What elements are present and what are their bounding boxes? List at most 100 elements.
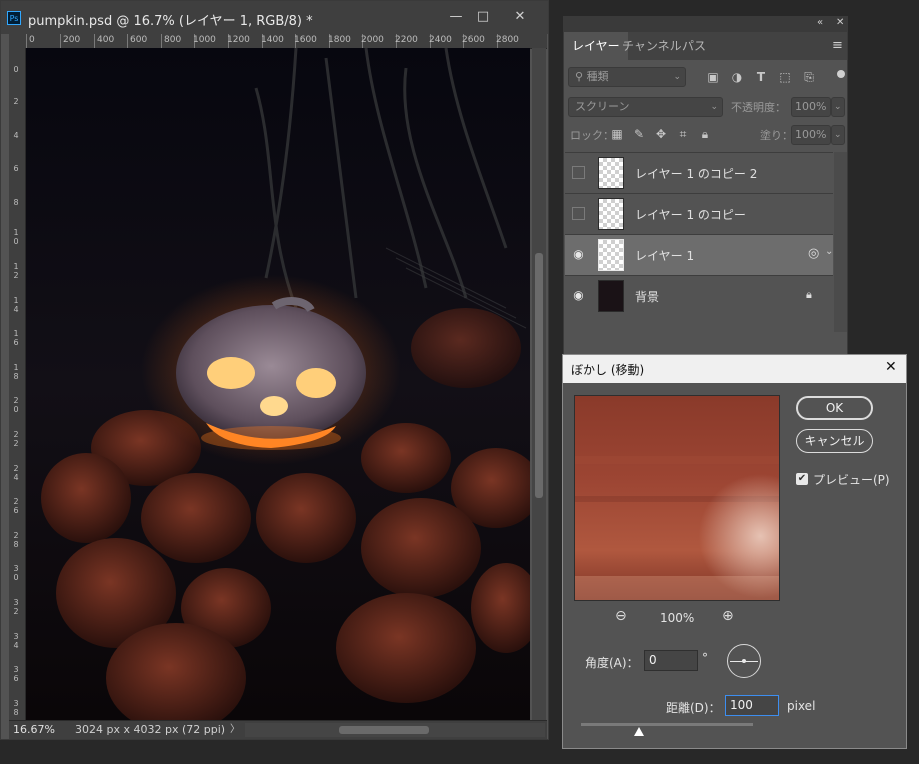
- document-info[interactable]: 3024 px x 4032 px (72 ppi): [75, 721, 225, 739]
- layer-style-icon[interactable]: ◎: [808, 246, 819, 261]
- chevron-down-icon: ⌄: [710, 102, 718, 112]
- search-icon: ⚲: [575, 70, 587, 83]
- ruler-label: 1 2: [13, 262, 19, 280]
- panel-tabs: レイヤー チャンネル パス ≡: [564, 32, 847, 60]
- visibility-toggle[interactable]: [572, 166, 585, 179]
- adjustment-filter-icon[interactable]: ◑: [730, 70, 744, 84]
- blend-mode-select[interactable]: スクリーン ⌄: [568, 97, 723, 117]
- lock-icon[interactable]: 🔒︎: [806, 288, 812, 302]
- ruler-label: 1600: [294, 35, 317, 45]
- filter-kind-label: 種類: [586, 70, 609, 83]
- shape-filter-icon[interactable]: ⬚: [778, 70, 792, 84]
- ruler-label: 2200: [395, 35, 418, 45]
- distance-label: 距離(D)：: [666, 701, 721, 715]
- layer-name[interactable]: 背景: [635, 288, 659, 305]
- layer-row[interactable]: レイヤー 1 のコピー: [565, 193, 833, 234]
- distance-input[interactable]: 100: [725, 695, 779, 716]
- angle-input[interactable]: 0: [644, 650, 698, 671]
- ruler-label: 3 6: [13, 665, 19, 683]
- ruler-label: 2400: [429, 35, 452, 45]
- vertical-ruler[interactable]: 0 2 4 6 8 1 0 1 2 1 4 1 6 1 8 2 0 2 2 2 …: [9, 48, 26, 720]
- horizontal-ruler[interactable]: 0 200 400 600 800 1000 1200 1400 1600 18…: [9, 34, 547, 49]
- ok-button[interactable]: OK: [796, 396, 873, 420]
- angle-unit: °: [702, 651, 708, 665]
- ruler-label: 3 2: [13, 598, 19, 616]
- zoom-level-field[interactable]: 16.67%: [9, 721, 71, 739]
- layer-thumbnail[interactable]: [598, 239, 624, 271]
- type-filter-icon[interactable]: T: [754, 70, 768, 84]
- document-title-bar[interactable]: Ps pumpkin.psd @ 16.7% (レイヤー 1, RGB/8) *…: [1, 1, 548, 34]
- fill-field[interactable]: 100%: [791, 125, 831, 145]
- lock-position-icon[interactable]: ✥: [654, 127, 668, 141]
- ruler-label: 0: [29, 35, 35, 45]
- ruler-label: 2600: [462, 35, 485, 45]
- restore-icon[interactable]: □: [471, 8, 495, 26]
- ruler-label: 1 6: [13, 329, 19, 347]
- layer-list-scrollbar[interactable]: [834, 152, 847, 332]
- ruler-label: 1 4: [13, 296, 19, 314]
- document-title: pumpkin.psd @ 16.7% (レイヤー 1, RGB/8) *: [28, 14, 313, 29]
- opacity-dropdown-icon[interactable]: ⌄: [831, 97, 845, 117]
- lock-all-icon[interactable]: 🔒︎: [698, 127, 712, 141]
- layer-name[interactable]: レイヤー 1 のコピー 2: [635, 165, 757, 182]
- ruler-label: 4: [13, 131, 19, 140]
- document-canvas[interactable]: [26, 48, 530, 720]
- filter-preview[interactable]: [574, 395, 780, 601]
- tab-paths[interactable]: パス: [674, 32, 714, 60]
- eye-icon[interactable]: ◉: [572, 289, 585, 302]
- layer-name[interactable]: レイヤー 1: [635, 247, 694, 264]
- ruler-label: 3 0: [13, 564, 19, 582]
- fill-dropdown-icon[interactable]: ⌄: [831, 125, 845, 145]
- distance-slider-track[interactable]: [581, 723, 753, 726]
- minimize-icon[interactable]: —: [444, 8, 468, 26]
- ruler-label: 2 8: [13, 531, 19, 549]
- pixel-filter-icon[interactable]: ▣: [706, 70, 720, 84]
- zoom-out-icon[interactable]: ⊖: [615, 608, 627, 624]
- motion-blur-dialog: ぼかし (移動) ✕ ⊖ 100% ⊕ OK キャンセル ✔ プレビュー(P) …: [562, 354, 907, 749]
- vertical-scrollbar[interactable]: [532, 48, 546, 720]
- dialog-title-bar[interactable]: ぼかし (移動) ✕: [563, 355, 906, 383]
- layer-row[interactable]: ◉ 背景 🔒︎: [565, 275, 833, 316]
- lock-transparency-icon[interactable]: ▦: [610, 127, 624, 141]
- lock-artboard-icon[interactable]: ⌗: [676, 127, 690, 141]
- scroll-thumb[interactable]: [339, 726, 429, 734]
- blend-mode-value: スクリーン: [575, 100, 630, 113]
- ruler-label: 8: [13, 198, 19, 207]
- distance-slider-thumb[interactable]: [634, 727, 645, 736]
- smart-object-filter-icon[interactable]: ⎘: [802, 70, 816, 84]
- layer-row-selected[interactable]: ◉ レイヤー 1 ◎: [565, 234, 833, 275]
- panel-menu-icon[interactable]: ≡: [832, 38, 843, 53]
- eye-icon[interactable]: ◉: [572, 248, 585, 261]
- layer-row[interactable]: レイヤー 1 のコピー 2: [565, 152, 833, 193]
- layer-thumbnail[interactable]: [598, 198, 624, 230]
- angle-dial[interactable]: [727, 644, 761, 678]
- preview-checkbox[interactable]: ✔: [796, 473, 808, 485]
- layer-thumbnail[interactable]: [598, 157, 624, 189]
- distance-unit: pixel: [787, 699, 816, 713]
- layer-name[interactable]: レイヤー 1 のコピー: [635, 206, 746, 223]
- cancel-button[interactable]: キャンセル: [796, 429, 873, 453]
- zoom-in-icon[interactable]: ⊕: [722, 608, 734, 624]
- visibility-toggle[interactable]: [572, 207, 585, 220]
- panel-header-bar[interactable]: « ✕: [564, 17, 847, 32]
- horizontal-scrollbar[interactable]: [245, 723, 545, 737]
- preview-label[interactable]: プレビュー(P): [813, 471, 890, 488]
- status-menu-arrow-icon[interactable]: 〉: [230, 721, 240, 739]
- ruler-label: 1400: [261, 35, 284, 45]
- scroll-thumb[interactable]: [535, 253, 543, 498]
- layer-thumbnail[interactable]: [598, 280, 624, 312]
- ruler-label: 2 2: [13, 430, 19, 448]
- filter-toggle-icon[interactable]: [837, 70, 845, 78]
- ruler-label: 3 8: [13, 699, 19, 717]
- lock-image-icon[interactable]: ✎: [632, 127, 646, 141]
- opacity-field[interactable]: 100%: [791, 97, 831, 117]
- close-panel-icon[interactable]: ✕: [836, 17, 844, 28]
- ruler-label: 2 6: [13, 497, 19, 515]
- preview-zoom-value: 100%: [660, 611, 695, 625]
- collapse-panel-icon[interactable]: «: [817, 17, 823, 28]
- layer-filter-select[interactable]: ⚲ 種類 ⌄: [568, 67, 686, 87]
- expand-effects-icon[interactable]: ⌄: [825, 246, 833, 257]
- close-dialog-icon[interactable]: ✕: [885, 359, 897, 375]
- close-document-icon[interactable]: ✕: [508, 8, 532, 26]
- ruler-label: 400: [97, 35, 115, 45]
